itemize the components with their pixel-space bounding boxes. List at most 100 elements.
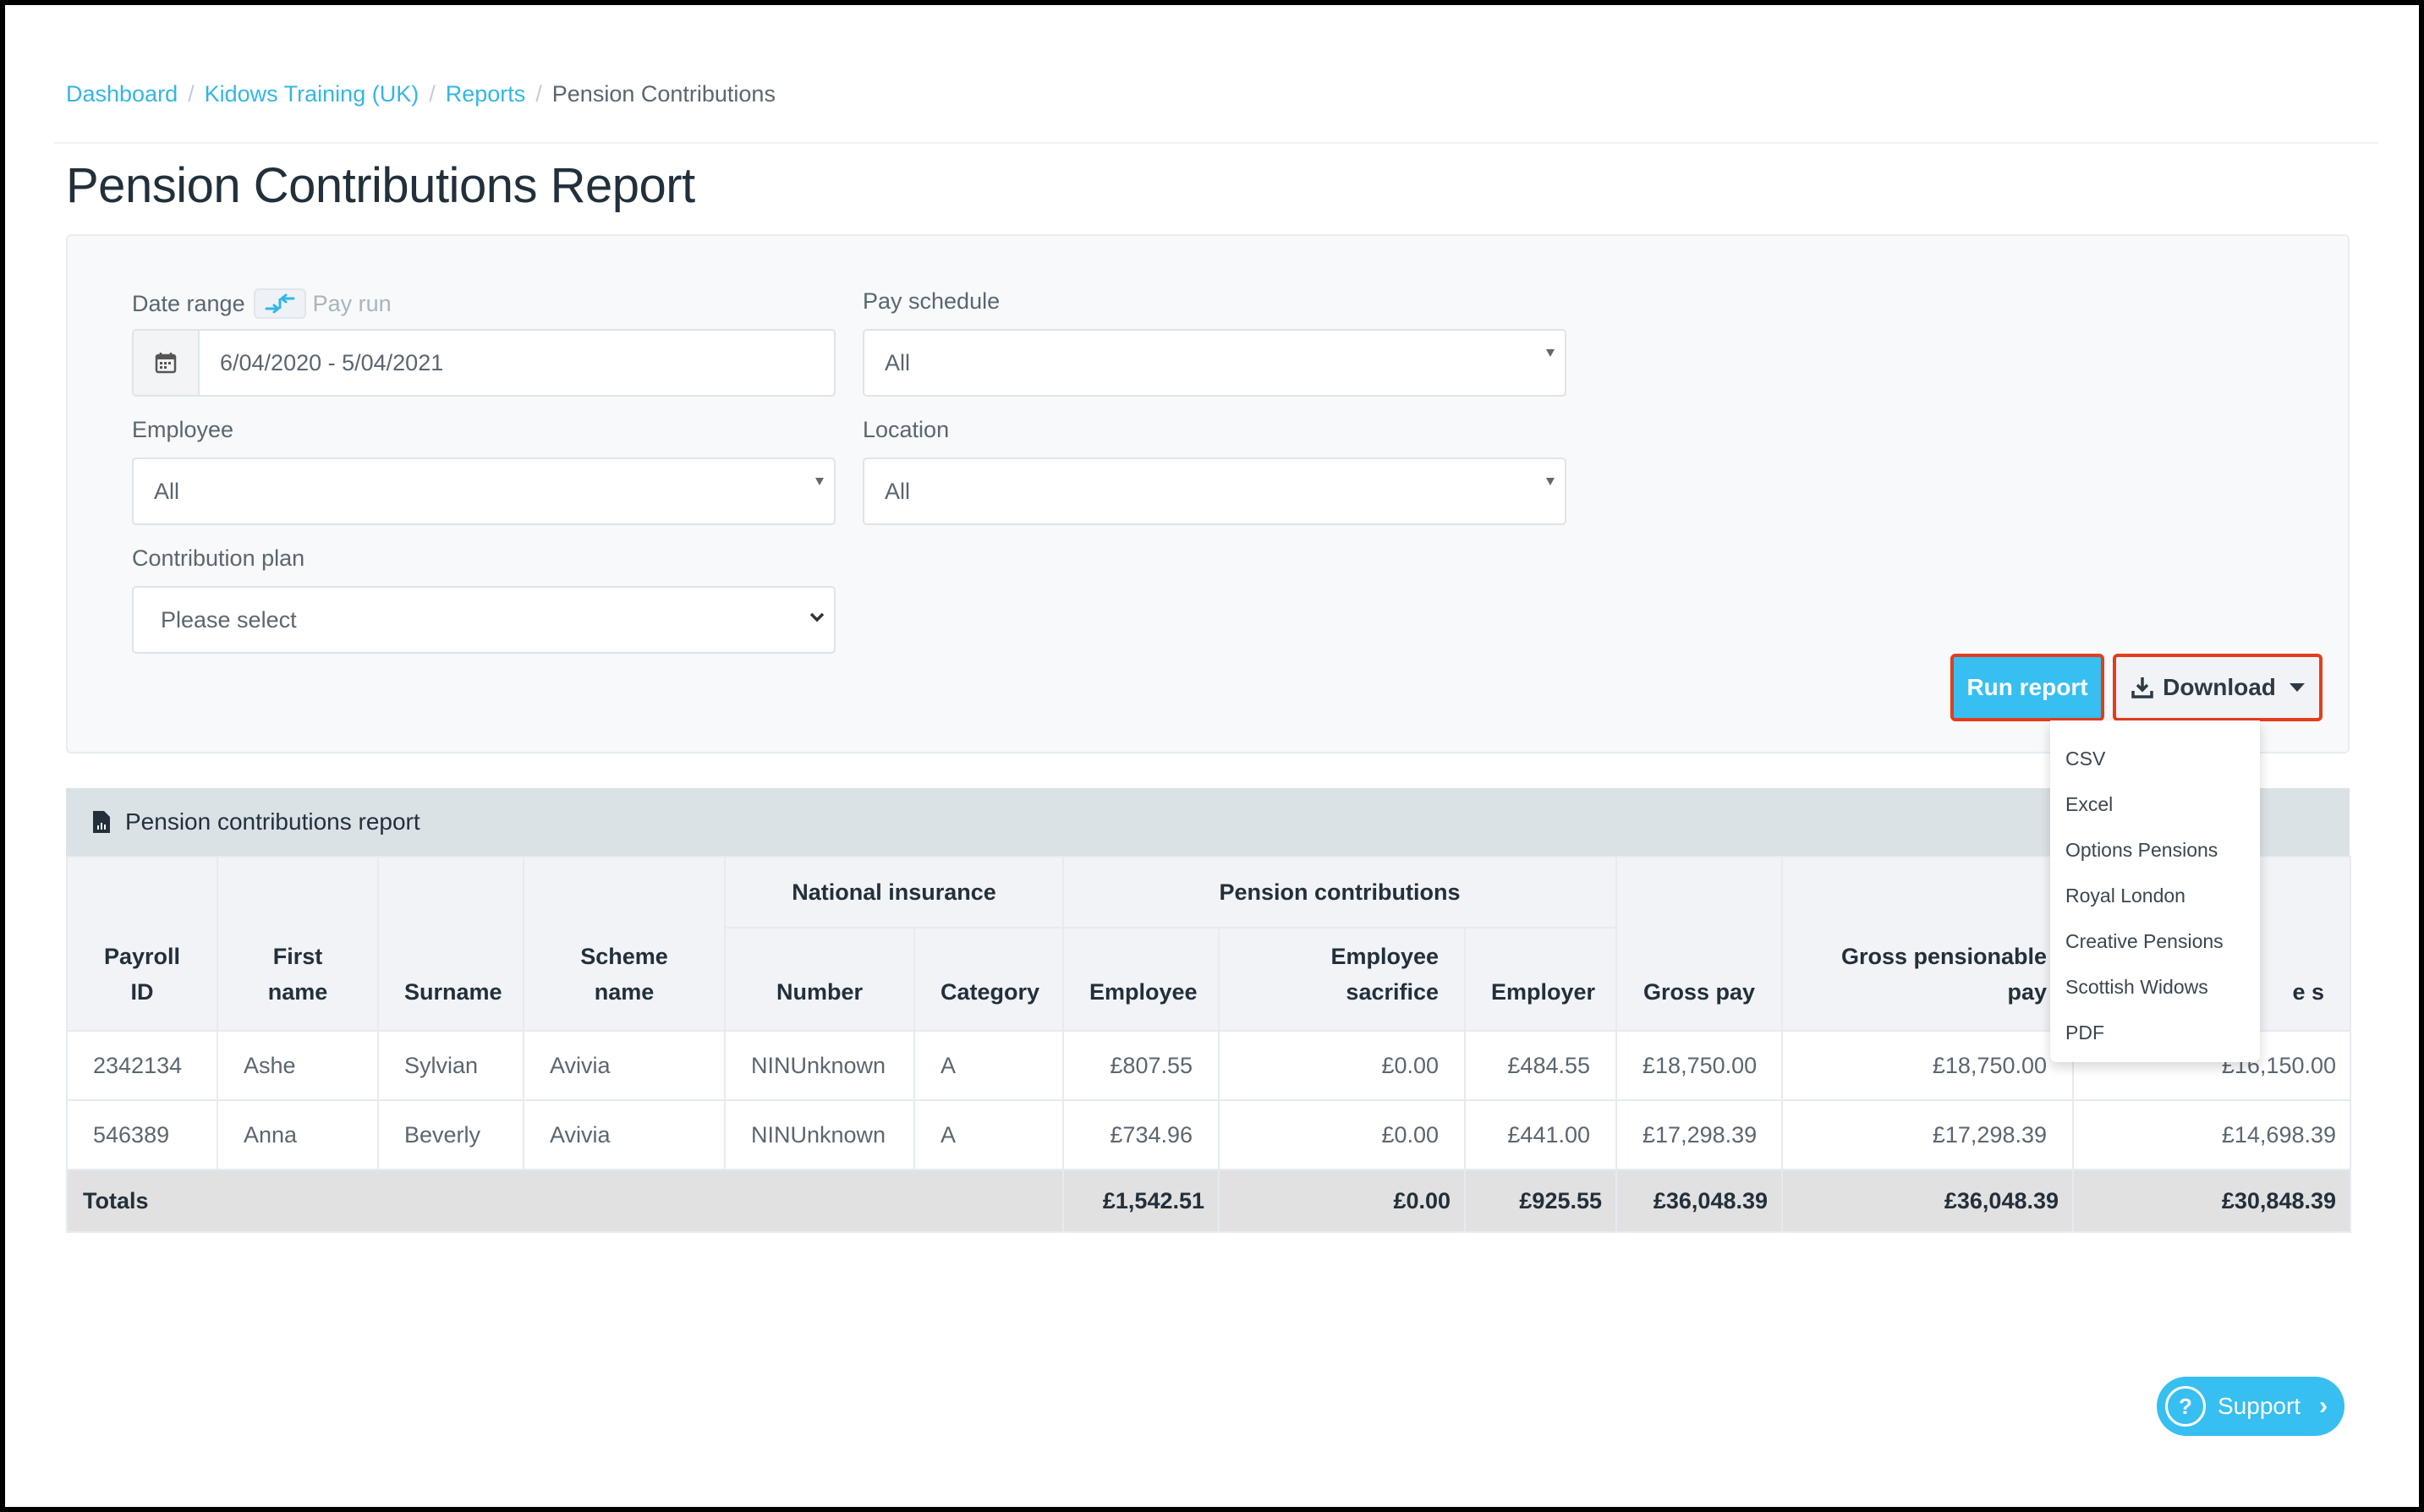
breadcrumb-separator: / [429,81,436,107]
col-ni-category[interactable]: Category [913,927,1065,1032]
pay-schedule-select[interactable]: All [863,329,1566,397]
calendar-icon[interactable] [134,331,200,395]
page: Dashboard / Kidows Training (UK) / Repor… [5,5,2419,1507]
report-title: Pension contributions report [125,808,420,835]
breadcrumb-dashboard[interactable]: Dashboard [66,81,178,107]
help-icon: ? [2165,1386,2206,1427]
date-range-label: Date range [132,290,245,316]
report-card: Pension contributions report Payroll ID … [65,788,2352,1236]
group-pension-contributions: Pension contributions [1062,856,1618,929]
breadcrumb: Dashboard / Kidows Training (UK) / Repor… [66,81,776,107]
group-national-insurance: National insurance [723,856,1065,929]
employee-value: All [154,478,180,504]
col-employee[interactable]: Employee [1062,927,1220,1032]
col-gross-pensionable-pay[interactable]: Gross pensionable pay [1781,856,2075,1032]
download-menu: CSV Excel Options Pensions Royal London … [2050,720,2260,1062]
support-label: Support [2218,1393,2301,1419]
cell-employee-sacrifice: £0.00 [1218,1099,1467,1170]
breadcrumb-separator: / [535,81,542,107]
swap-arrows-icon [265,293,295,314]
report-file-icon [91,809,112,835]
cell-scheme-name: Avivia [523,1030,726,1101]
download-option-creative-pensions[interactable]: Creative Pensions [2050,918,2260,964]
date-range-value: 6/04/2020 - 5/04/2021 [220,349,444,375]
dropdown-caret-icon [815,478,824,485]
col-gross-pay[interactable]: Gross pay [1615,856,1784,1032]
total-employer: £925.55 [1464,1169,1618,1233]
table-row: 546389 Anna Beverly Avivia NINUnknown A … [66,1099,2352,1170]
pay-schedule-value: All [885,349,911,375]
contribution-plan-select[interactable]: Please select [132,586,836,654]
contribution-plan-value: Please select [161,606,297,633]
cell-payroll-id: 2342134 [66,1030,218,1101]
download-option-pdf[interactable]: PDF [2050,1010,2260,1055]
cell-surname: Beverly [377,1099,524,1170]
contribution-plan-label: Contribution plan [132,545,305,571]
total-gross-pay: £36,048.39 [1615,1169,1784,1233]
location-select[interactable]: All [863,457,1566,525]
cell-payroll-id: 546389 [66,1099,218,1170]
cell-first-name: Ashe [217,1030,379,1101]
col-employer[interactable]: Employer [1464,927,1618,1032]
cell-first-name: Anna [217,1099,379,1170]
cell-ni-category: A [913,1099,1065,1170]
dropdown-caret-icon [1546,349,1555,357]
pay-run-toggle-label[interactable]: Pay run [313,291,392,317]
report-table: Payroll ID First name Surname Scheme nam… [65,856,2352,1233]
table-row: 2342134 Ashe Sylvian Avivia NINUnknown A… [66,1030,2352,1101]
col-first-name[interactable]: First name [217,856,379,1032]
report-card-header: Pension contributions report [66,788,2350,856]
breadcrumb-separator: / [188,81,195,107]
employee-select[interactable]: All [132,457,836,525]
caret-down-icon [2289,683,2305,692]
download-option-scottish-widows[interactable]: Scottish Widows [2050,964,2260,1010]
col-scheme-name[interactable]: Scheme name [523,856,726,1032]
cell-ni-number: NINUnknown [724,1030,915,1101]
cell-ni-category: A [913,1030,1065,1101]
download-option-csv[interactable]: CSV [2050,736,2260,781]
cell-employee-sacrifice: £0.00 [1218,1030,1467,1101]
chevron-down-icon [809,612,825,622]
cell-employee: £807.55 [1062,1030,1220,1101]
cell-employer: £484.55 [1464,1030,1618,1101]
totals-label: Totals [65,1169,1065,1233]
date-mode-toggle[interactable] [253,288,306,319]
total-gross-pensionable-pay: £36,048.39 [1781,1169,2075,1233]
cell-gross-pensionable-pay: £17,298.39 [1781,1099,2075,1170]
breadcrumb-company[interactable]: Kidows Training (UK) [205,81,420,107]
totals-row: Totals £1,542.51 £0.00 £925.55 £36,048.3… [65,1169,2352,1233]
location-label: Location [863,417,950,442]
cell-surname: Sylvian [377,1030,524,1101]
cell-scheme-name: Avivia [523,1099,726,1170]
filter-panel: Date range Pay run 6/04/2020 - 5/04/2021… [66,234,2350,753]
cell-ni-number: NINUnknown [724,1099,915,1170]
chevron-right-icon: › [2319,1392,2328,1420]
cell-last: £14,698.39 [2072,1099,2352,1170]
support-button[interactable]: ? Support › [2157,1377,2344,1436]
employee-label: Employee [132,417,234,442]
cell-gross-pay: £17,298.39 [1615,1099,1784,1170]
date-range-input[interactable]: 6/04/2020 - 5/04/2021 [132,329,836,397]
total-employee-sacrifice: £0.00 [1218,1169,1467,1233]
date-range-label-row: Date range Pay run [132,288,392,319]
dropdown-caret-icon [1546,478,1555,485]
page-title: Pension Contributions Report [66,158,695,213]
download-option-excel[interactable]: Excel [2050,781,2260,827]
location-value: All [885,478,911,504]
col-payroll-id[interactable]: Payroll ID [66,856,218,1032]
total-last: £30,848.39 [2072,1169,2352,1233]
col-surname[interactable]: Surname [377,856,524,1032]
total-employee: £1,542.51 [1062,1169,1220,1233]
col-ni-number[interactable]: Number [724,927,915,1032]
breadcrumb-reports[interactable]: Reports [446,81,526,107]
col-employee-sacrifice[interactable]: Employee sacrifice [1218,927,1467,1032]
download-icon [2131,677,2153,698]
download-option-options-pensions[interactable]: Options Pensions [2050,827,2260,873]
header-group-row: Payroll ID First name Surname Scheme nam… [66,856,2352,1032]
breadcrumb-current: Pension Contributions [551,81,776,107]
download-option-royal-london[interactable]: Royal London [2050,873,2260,918]
header-divider [54,142,2378,144]
download-button[interactable]: Download [2113,654,2323,721]
cell-gross-pensionable-pay: £18,750.00 [1781,1030,2075,1101]
run-report-button[interactable]: Run report [1950,654,2104,721]
